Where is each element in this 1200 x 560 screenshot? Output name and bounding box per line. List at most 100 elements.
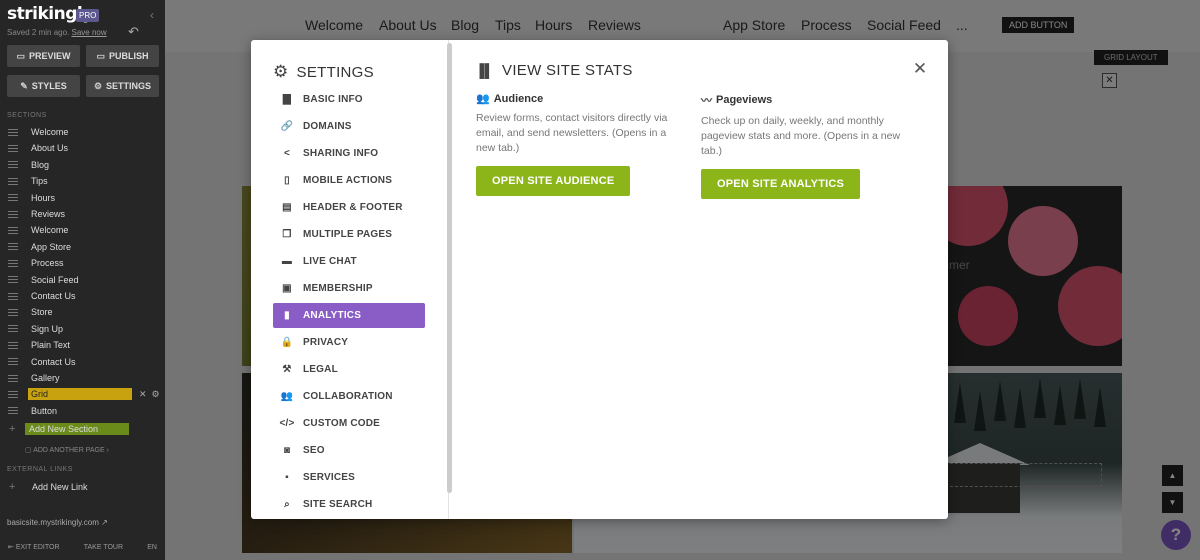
users-icon: 👥 [280, 391, 294, 402]
save-now-link[interactable]: Save now [72, 28, 107, 37]
sidebar-section-item[interactable]: Grid ✕ ⚙ [0, 386, 165, 402]
drag-handle-icon[interactable] [8, 374, 18, 382]
collapse-sidebar-icon[interactable]: ‹ [150, 8, 154, 22]
language-selector[interactable]: EN [147, 544, 157, 551]
add-section-row[interactable]: + Add New Section [0, 422, 165, 436]
settings-menu-item[interactable]: ▯ MOBILE ACTIONS [273, 168, 425, 193]
settings-menu-item[interactable]: ▤ HEADER & FOOTER [273, 195, 425, 220]
search-icon: ⌕ [284, 499, 290, 510]
section-label: Reviews [31, 209, 66, 219]
exit-editor-label: EXIT EDITOR [15, 544, 60, 551]
menu-item-label: MOBILE ACTIONS [303, 175, 393, 186]
settings-menu-item[interactable]: ▇ BASIC INFO [273, 87, 425, 112]
open-site-audience-button[interactable]: OPEN SITE AUDIENCE [476, 166, 631, 196]
drag-handle-icon[interactable] [8, 243, 18, 251]
add-section-button[interactable]: Add New Section [25, 423, 129, 435]
publish-label: PUBLISH [109, 51, 149, 61]
settings-menu-item[interactable]: ▬ LIVE CHAT [273, 249, 425, 274]
menu-item-label: COLLABORATION [303, 391, 393, 402]
settings-menu-item[interactable]: ▣ MEMBERSHIP [273, 276, 425, 301]
exit-editor-link[interactable]: ⇤ EXIT EDITOR [8, 543, 60, 551]
settings-menu-item[interactable]: < SHARING INFO [273, 141, 425, 166]
drag-handle-icon[interactable] [8, 308, 18, 316]
menu-scrollbar[interactable] [447, 43, 452, 493]
settings-menu-item[interactable]: ⌕ SITE SEARCH [273, 492, 425, 517]
sidebar-section-item[interactable]: Welcome [0, 222, 165, 238]
sidebar-section-item[interactable]: Contact Us [0, 288, 165, 304]
section-label: Button [31, 405, 58, 416]
drag-handle-icon[interactable] [8, 210, 18, 218]
drag-handle-icon[interactable] [8, 341, 18, 349]
take-tour-link[interactable]: TAKE TOUR [84, 544, 123, 551]
settings-title: ⚙ SETTINGS [273, 62, 374, 82]
styles-button[interactable]: ✎ STYLES [7, 75, 80, 97]
drag-handle-icon[interactable] [8, 276, 18, 284]
settings-menu-item[interactable]: ◙ SEO [273, 438, 425, 463]
drag-handle-icon[interactable] [8, 358, 18, 366]
close-icon[interactable]: ✕ [911, 60, 929, 78]
pages-icon: ❐ [282, 229, 292, 240]
sidebar-footer: ⇤ EXIT EDITOR TAKE TOUR EN [0, 534, 165, 560]
sidebar-section-item[interactable]: Tips [0, 173, 165, 189]
drag-handle-icon[interactable] [8, 292, 18, 300]
sidebar-section-item[interactable]: Plain Text [0, 337, 165, 353]
settings-menu-item[interactable]: ❐ MULTIPLE PAGES [273, 222, 425, 247]
section-label: Social Feed [31, 274, 79, 285]
publish-icon: ▭ [96, 50, 105, 61]
sidebar-section-item[interactable]: Blog [0, 157, 165, 173]
section-tools: ✕ ⚙ [139, 389, 160, 400]
drag-handle-icon[interactable] [8, 325, 18, 333]
delete-section-icon[interactable]: ✕ [139, 389, 147, 400]
drag-handle-icon[interactable] [8, 407, 18, 415]
sidebar-section-item[interactable]: Store [0, 304, 165, 320]
sidebar-section-item[interactable]: Contact Us [0, 354, 165, 370]
section-settings-icon[interactable]: ⚙ [152, 389, 160, 400]
settings-menu-item[interactable]: 🔗 DOMAINS [273, 114, 425, 139]
sidebar-section-item[interactable]: Welcome [0, 124, 165, 140]
membership-icon: ▣ [282, 283, 292, 294]
menu-item-label: PRIVACY [303, 337, 349, 348]
add-link-row[interactable]: + Add New Link [0, 479, 165, 495]
sidebar-section-item[interactable]: About Us [0, 140, 165, 156]
services-icon: ▪ [285, 472, 289, 483]
add-page-link[interactable]: ▢ ADD ANOTHER PAGE › [25, 446, 109, 454]
menu-item-label: MULTIPLE PAGES [303, 229, 393, 240]
settings-menu-item[interactable]: 🔒 PRIVACY [273, 330, 425, 355]
analytics-icon: ▮ [284, 310, 290, 321]
sidebar-section-item[interactable]: Hours [0, 190, 165, 206]
drag-handle-icon[interactable] [8, 194, 18, 202]
site-url-link[interactable]: basicsite.mystrikingly.com ↗ [7, 518, 108, 527]
sidebar-section-item[interactable]: App Store [0, 239, 165, 255]
drag-handle-icon[interactable] [8, 259, 18, 267]
settings-menu-item[interactable]: ⚒ LEGAL [273, 357, 425, 382]
sidebar-section-item[interactable]: Process [0, 255, 165, 271]
menu-item-label: MEMBERSHIP [303, 283, 373, 294]
settings-menu-item[interactable]: ▪ SERVICES [273, 465, 425, 490]
sidebar-section-item[interactable]: Button [0, 403, 165, 419]
drag-handle-icon[interactable] [8, 161, 18, 169]
settings-menu-item[interactable]: ▮ ANALYTICS [273, 303, 425, 328]
sidebar-section-item[interactable]: Social Feed [0, 272, 165, 288]
settings-menu-item[interactable]: </> CUSTOM CODE [273, 411, 425, 436]
section-label: Contact Us [31, 291, 76, 301]
brush-icon: ✎ [20, 80, 28, 91]
view-site-stats-title: ▐▌ VIEW SITE STATS [475, 62, 633, 79]
preview-button[interactable]: ▭ PREVIEW [7, 45, 80, 67]
pages-icon: ▢ [25, 447, 34, 454]
gavel-icon: ⚒ [282, 364, 292, 375]
drag-handle-icon[interactable] [8, 144, 18, 152]
undo-icon[interactable]: ↶ [128, 24, 139, 40]
drag-handle-icon[interactable] [8, 128, 18, 136]
editor-sidebar: strikingly PRO ‹ Saved 2 min ago. Save n… [0, 0, 165, 560]
publish-button[interactable]: ▭ PUBLISH [86, 45, 159, 67]
drag-handle-icon[interactable] [8, 177, 18, 185]
sidebar-section-item[interactable]: Gallery [0, 370, 165, 386]
audience-description: Review forms, contact visitors directly … [476, 112, 668, 154]
open-site-analytics-button[interactable]: OPEN SITE ANALYTICS [701, 169, 861, 199]
settings-button[interactable]: ⚙ SETTINGS [86, 75, 159, 97]
settings-menu-item[interactable]: 👥 COLLABORATION [273, 384, 425, 409]
sidebar-section-item[interactable]: Sign Up [0, 321, 165, 337]
drag-handle-icon[interactable] [8, 226, 18, 234]
drag-handle-icon[interactable] [8, 390, 18, 398]
sidebar-section-item[interactable]: Reviews [0, 206, 165, 222]
